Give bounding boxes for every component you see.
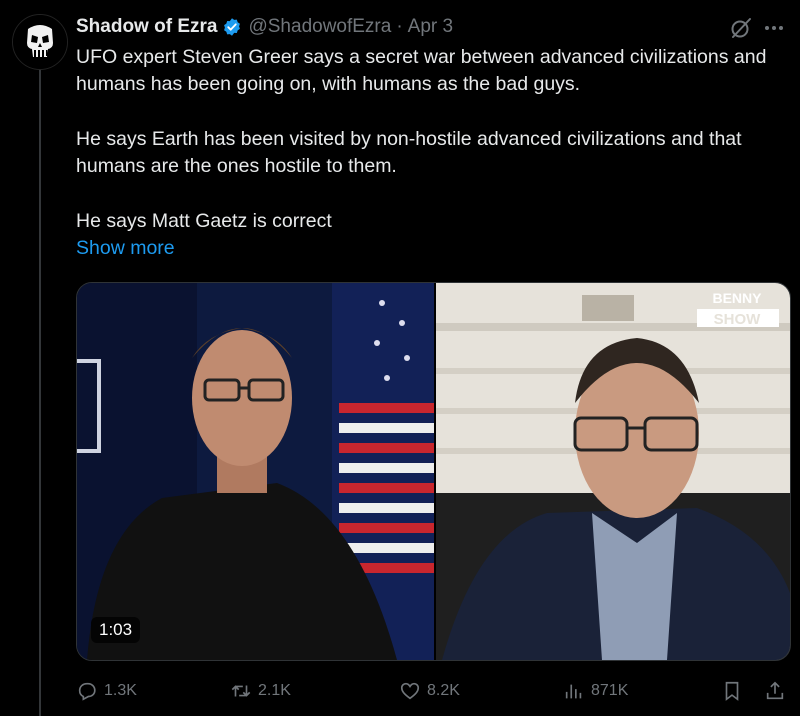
share-icon <box>766 681 784 700</box>
post-paragraph: He says Earth has been visited by non-ho… <box>76 128 742 177</box>
avatar[interactable] <box>12 14 68 70</box>
grok-icon[interactable] <box>729 16 753 40</box>
repost-count: 2.1K <box>258 682 291 699</box>
post-paragraph: He says Matt Gaetz is correct <box>76 210 332 232</box>
views-count: 871K <box>591 682 629 699</box>
thread-line <box>39 70 41 716</box>
author-handle[interactable]: @ShadowofEzra <box>248 16 391 38</box>
overlay-logo-benny: BENNY <box>712 290 762 306</box>
show-more-link[interactable]: Show more <box>76 235 791 262</box>
like-count: 8.2K <box>427 682 460 699</box>
post-text: UFO expert Steven Greer says a secret wa… <box>76 44 791 262</box>
author-name[interactable]: Shadow of Ezra <box>76 16 217 38</box>
more-icon[interactable] <box>761 16 787 40</box>
like-icon <box>400 682 420 700</box>
repost-button[interactable]: 2.1K <box>230 676 291 706</box>
repost-icon <box>231 685 251 697</box>
post-header: Shadow of Ezra @ShadowofEzra · Apr 3 <box>76 13 453 41</box>
bookmark-icon <box>725 681 739 701</box>
views-icon <box>565 684 582 699</box>
reply-button[interactable]: 1.3K <box>76 676 137 706</box>
verified-badge-icon[interactable] <box>222 17 242 37</box>
separator-dot: · <box>396 16 403 37</box>
reply-count: 1.3K <box>104 682 137 699</box>
post-date[interactable]: Apr 3 <box>408 16 453 38</box>
views-button[interactable]: 871K <box>563 676 628 706</box>
action-bar: 1.3K 2.1K 8.2K 871K <box>76 676 791 706</box>
video-duration: 1:03 <box>91 617 141 643</box>
post-paragraph: UFO expert Steven Greer says a secret wa… <box>76 46 767 95</box>
share-button[interactable] <box>764 676 792 706</box>
overlay-logo-show: SHOW <box>714 311 762 328</box>
like-button[interactable]: 8.2K <box>399 676 460 706</box>
video-frame: BENNY SHOW <box>77 283 790 660</box>
reply-icon <box>78 682 96 701</box>
bookmark-button[interactable] <box>721 676 749 706</box>
skull-avatar-icon <box>13 15 67 69</box>
video-player[interactable]: BENNY SHOW 1:03 <box>76 282 791 661</box>
